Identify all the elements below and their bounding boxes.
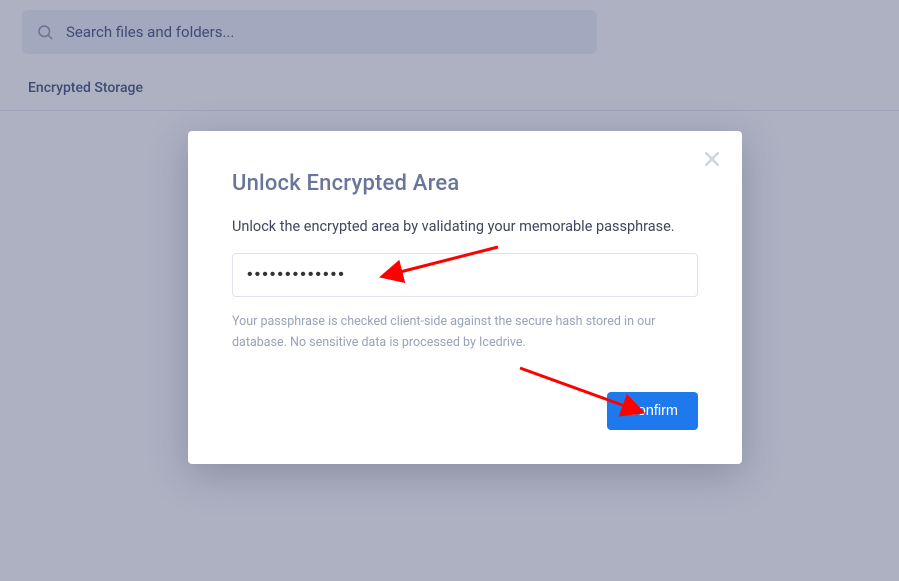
confirm-button[interactable]: Confirm bbox=[607, 392, 698, 430]
unlock-modal: Unlock Encrypted Area Unlock the encrypt… bbox=[188, 131, 742, 464]
passphrase-input[interactable] bbox=[232, 253, 698, 297]
modal-hint: Your passphrase is checked client-side a… bbox=[232, 311, 698, 354]
close-icon bbox=[702, 149, 722, 169]
modal-lead: Unlock the encrypted area by validating … bbox=[232, 218, 698, 235]
modal-actions: Confirm bbox=[607, 392, 698, 430]
modal-title: Unlock Encrypted Area bbox=[232, 171, 698, 196]
close-button[interactable] bbox=[702, 149, 722, 169]
